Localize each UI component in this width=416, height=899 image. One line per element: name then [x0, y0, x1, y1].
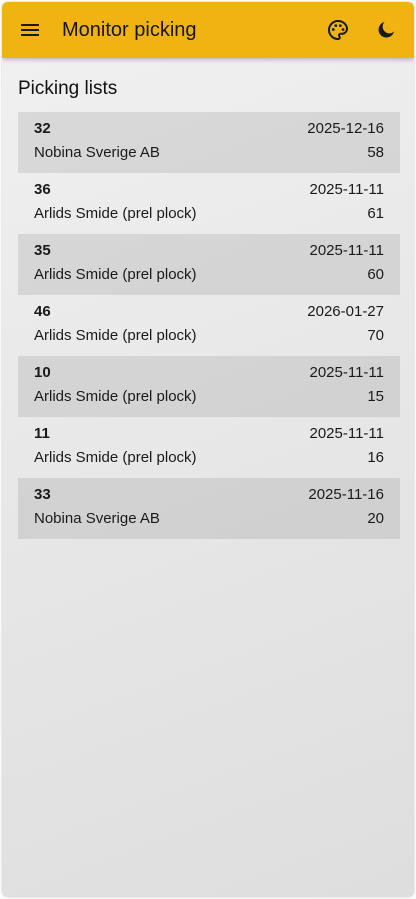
list-customer: Arlids Smide (prel plock): [34, 205, 197, 222]
palette-button[interactable]: [318, 10, 358, 50]
menu-button[interactable]: [18, 18, 42, 42]
list-customer: Arlids Smide (prel plock): [34, 266, 197, 283]
list-customer: Arlids Smide (prel plock): [34, 449, 197, 466]
list-customer: Arlids Smide (prel plock): [34, 388, 197, 405]
list-number: 11: [34, 425, 50, 442]
picking-list: 32 2025-12-16 Nobina Sverige AB 58 36 2025-…: [18, 112, 400, 539]
list-date: 2025-11-11: [309, 364, 384, 381]
list-count: 20: [367, 510, 384, 527]
list-item[interactable]: 11 2025-11-11 Arlids Smide (prel plock) 16: [18, 417, 400, 478]
list-count: 61: [367, 205, 384, 222]
list-date: 2026-01-27: [307, 303, 384, 320]
list-number: 46: [34, 303, 51, 320]
main-content: Picking lists 32 2025-12-16 Nobina Sverig…: [2, 58, 414, 539]
list-date: 2025-12-16: [307, 120, 384, 137]
list-customer: Nobina Sverige AB: [34, 144, 160, 161]
list-date: 2025-11-11: [309, 181, 384, 198]
list-customer: Arlids Smide (prel plock): [34, 327, 197, 344]
list-count: 70: [367, 327, 384, 344]
list-count: 16: [367, 449, 384, 466]
list-number: 10: [34, 364, 51, 381]
list-number: 32: [34, 120, 51, 137]
list-item[interactable]: 32 2025-12-16 Nobina Sverige AB 58: [18, 112, 400, 173]
list-item[interactable]: 33 2025-11-16 Nobina Sverige AB 20: [18, 478, 400, 539]
list-item[interactable]: 36 2025-11-11 Arlids Smide (prel plock) 61: [18, 173, 400, 234]
list-date: 2025-11-16: [308, 486, 384, 503]
app-window: Monitor picking Picking lists 32 2025-12-…: [2, 2, 414, 897]
section-title: Picking lists: [18, 78, 118, 99]
list-number: 33: [34, 486, 51, 503]
list-number: 35: [34, 242, 51, 259]
list-count: 15: [367, 388, 384, 405]
palette-icon: [328, 20, 348, 40]
menu-icon: [21, 24, 39, 36]
list-item[interactable]: 35 2025-11-11 Arlids Smide (prel plock) 60: [18, 234, 400, 295]
app-bar: Monitor picking: [2, 2, 414, 58]
list-date: 2025-11-11: [309, 242, 384, 259]
list-date: 2025-11-11: [309, 425, 384, 442]
list-customer: Nobina Sverige AB: [34, 510, 160, 527]
list-number: 36: [34, 181, 51, 198]
page-title: Monitor picking: [62, 18, 197, 41]
list-count: 58: [367, 144, 384, 161]
list-count: 60: [367, 266, 384, 283]
theme-toggle-button[interactable]: [366, 10, 406, 50]
moon-icon: [378, 21, 395, 38]
list-item[interactable]: 46 2026-01-27 Arlids Smide (prel plock) 70: [18, 295, 400, 356]
list-item[interactable]: 10 2025-11-11 Arlids Smide (prel plock) 15: [18, 356, 400, 417]
